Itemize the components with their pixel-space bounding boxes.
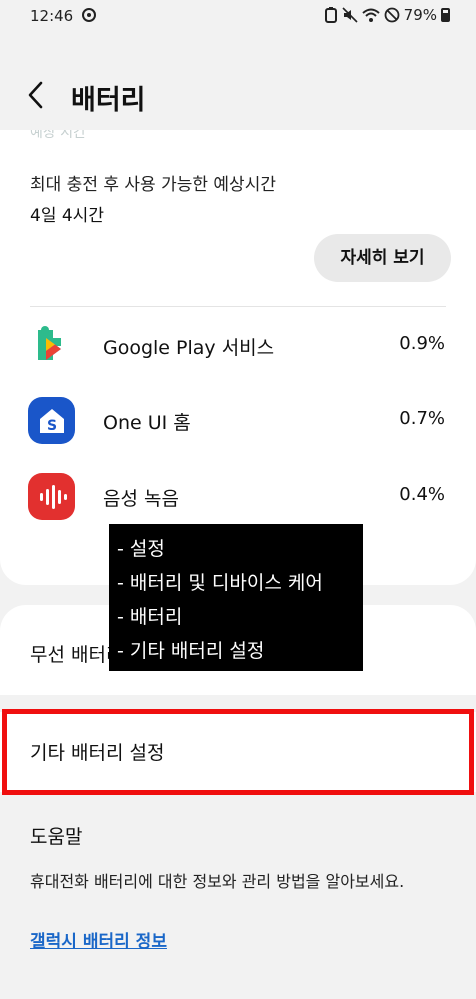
overlay-line: - 기타 배터리 설정 <box>117 640 265 662</box>
app-percent: 0.4% <box>399 484 445 505</box>
estimate-label: 최대 충전 후 사용 가능한 예상시간 <box>30 175 276 195</box>
mute-icon <box>342 7 358 23</box>
help-title: 도움말 <box>30 826 83 848</box>
sync-icon <box>80 6 98 28</box>
navigation-path-overlay: - 설정 - 배터리 및 디바이스 케어 - 배터리 - 기타 배터리 설정 <box>109 524 363 671</box>
app-row-voice-recorder[interactable]: 음성 녹음 0.4% <box>0 468 476 528</box>
overlay-line: - 설정 <box>117 538 165 560</box>
help-description: 휴대전화 배터리에 대한 정보와 관리 방법을 알아보세요. <box>30 872 405 891</box>
oneui-home-icon: S <box>28 397 75 444</box>
help-section: 도움말 휴대전화 배터리에 대한 정보와 관리 방법을 알아보세요. 갤럭시 배… <box>0 800 476 999</box>
app-row-google-play[interactable]: Google Play 서비스 0.9% <box>0 317 476 377</box>
chevron-left-icon[interactable] <box>22 78 52 112</box>
page-title: 배터리 <box>71 85 146 116</box>
app-bar: 배터리 <box>0 60 476 130</box>
google-play-services-icon <box>28 322 75 369</box>
overlay-line: - 배터리 및 디바이스 케어 <box>117 572 323 594</box>
details-button[interactable]: 자세히 보기 <box>314 234 451 282</box>
overlay-line: - 배터리 <box>117 606 183 628</box>
app-name: One UI 홈 <box>103 412 191 434</box>
status-icons: 79% <box>324 6 450 24</box>
galaxy-battery-info-link[interactable]: 갤럭시 배터리 정보 <box>30 927 167 952</box>
battery-percent: 79% <box>403 6 437 24</box>
app-row-oneui-home[interactable]: S One UI 홈 0.7% <box>0 392 476 452</box>
app-name: 음성 녹음 <box>103 488 179 510</box>
status-bar: 12:46 79% <box>0 0 476 34</box>
voice-recorder-icon <box>28 473 75 520</box>
battery-icon <box>441 8 450 22</box>
app-percent: 0.9% <box>399 333 445 354</box>
divider <box>30 306 446 307</box>
status-time: 12:46 <box>30 7 74 25</box>
do-not-disturb-icon <box>384 7 400 23</box>
highlight-box <box>2 709 474 795</box>
oneui-letter: S <box>46 418 56 434</box>
battery-usage-card: 예상 시간 최대 충전 후 사용 가능한 예상시간 4일 4시간 자세히 보기 … <box>0 130 476 585</box>
wifi-icon <box>361 8 380 22</box>
faded-heading: 예상 시간 <box>30 130 86 141</box>
estimate-value: 4일 4시간 <box>30 206 104 226</box>
app-percent: 0.7% <box>399 408 445 429</box>
app-name: Google Play 서비스 <box>103 337 275 359</box>
battery-saver-icon <box>324 7 337 23</box>
